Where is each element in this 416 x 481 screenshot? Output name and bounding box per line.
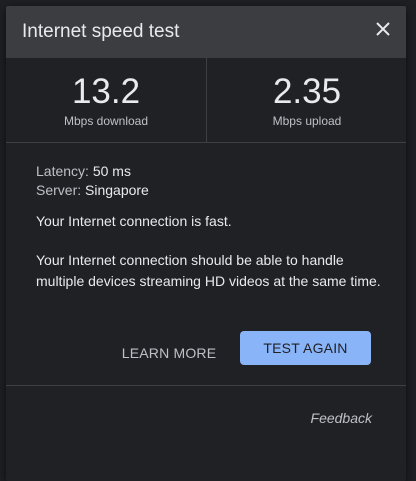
server-label: Server: (36, 182, 86, 198)
learn-more-button[interactable]: LEARN MORE (116, 338, 222, 368)
speed-test-dialog: Internet speed test 13.2 Mbps download 2… (6, 6, 406, 481)
server-line: Server: Singapore (36, 181, 376, 200)
speed-results: 13.2 Mbps download 2.35 Mbps upload (6, 58, 406, 143)
upload-result: 2.35 Mbps upload (206, 58, 407, 142)
latency-label: Latency: (36, 163, 93, 179)
connection-detail-message: Your Internet connection should be able … (36, 252, 381, 289)
download-result: 13.2 Mbps download (6, 58, 206, 142)
upload-value: 2.35 (272, 72, 342, 111)
close-button[interactable] (372, 18, 394, 40)
download-value: 13.2 (71, 72, 141, 111)
dialog-header: Internet speed test (6, 6, 406, 58)
test-again-button[interactable]: TEST AGAIN (240, 331, 371, 365)
download-unit: Mbps download (63, 114, 149, 128)
upload-unit: Mbps upload (272, 114, 342, 128)
close-icon (376, 22, 390, 36)
footer-divider (6, 385, 406, 386)
connection-status-message: Your Internet connection is fast. (36, 213, 232, 229)
feedback-link[interactable]: Feedback (311, 410, 372, 426)
server-value: Singapore (85, 182, 149, 198)
dialog-title: Internet speed test (22, 21, 180, 42)
latency-value: 50 ms (92, 163, 131, 179)
connection-info: Latency: 50 ms Server: Singapore (36, 162, 376, 200)
latency-line: Latency: 50 ms (36, 162, 376, 181)
